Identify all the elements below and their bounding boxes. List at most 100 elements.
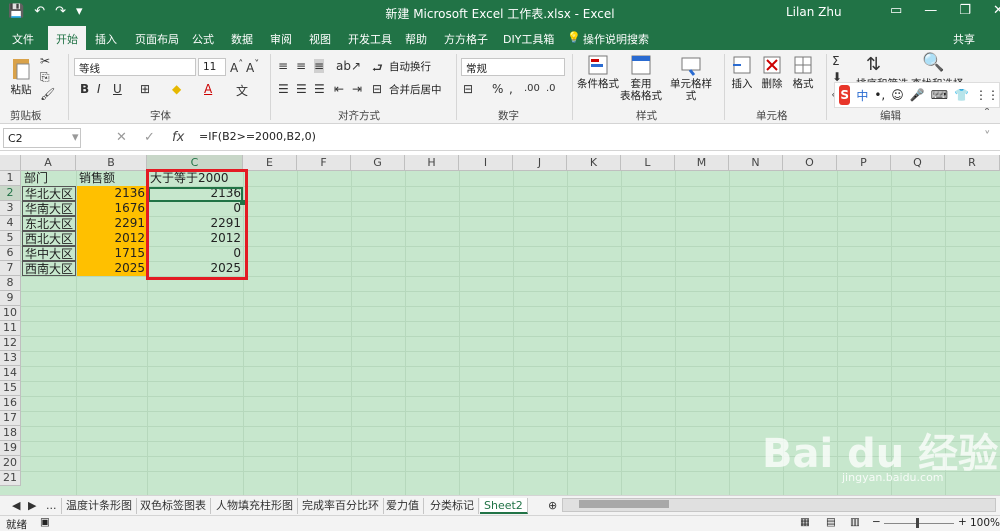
keyboard-icon[interactable]: ⌨ — [931, 88, 948, 102]
page-break-view-icon[interactable]: ▥ — [850, 516, 860, 528]
row-header[interactable]: 5 — [0, 231, 21, 246]
row-header[interactable]: 20 — [0, 456, 21, 471]
font-name-combo[interactable]: 等线 — [74, 58, 196, 76]
column-header-p[interactable]: P — [837, 155, 891, 171]
row-header[interactable]: 9 — [0, 291, 21, 306]
collapse-ribbon-icon[interactable]: ˄ — [984, 106, 990, 120]
wrap-text-button[interactable]: 自动换行 — [389, 61, 431, 73]
format-as-table-button[interactable]: 套用 表格格式 — [619, 54, 663, 102]
column-header-h[interactable]: H — [405, 155, 459, 171]
column-header-r[interactable]: R — [945, 155, 1000, 171]
cell-b6[interactable]: 1715 — [77, 246, 147, 261]
format-cells-button[interactable]: 格式 — [789, 54, 817, 90]
cell-b2[interactable]: 2136 — [77, 186, 147, 201]
row-header[interactable]: 11 — [0, 321, 21, 336]
share-button[interactable]: 共享 — [953, 31, 975, 47]
copy-icon[interactable]: ⎘ — [40, 70, 50, 85]
tab-fangfang[interactable]: 方方格子 — [444, 31, 488, 47]
ime-menu-icon[interactable]: ⋮⋮ — [975, 88, 999, 102]
comma-style-icon[interactable]: , — [509, 82, 513, 96]
column-header-q[interactable]: Q — [891, 155, 945, 171]
sheet-tab[interactable]: 完成率百分比环 — [298, 498, 384, 514]
shrink-font-icon[interactable]: A˅ — [246, 59, 259, 75]
decrease-decimal-icon[interactable]: .0 — [546, 83, 556, 94]
cell-a7[interactable]: 西南大区 — [22, 261, 76, 276]
accounting-format-icon[interactable]: ⊟ — [463, 82, 473, 96]
insert-function-icon[interactable]: fx — [172, 130, 184, 145]
column-header-f[interactable]: F — [297, 155, 351, 171]
sheet-tab[interactable]: 双色标签图表 — [136, 498, 211, 514]
merge-center-icon[interactable]: ⊟ — [372, 82, 382, 96]
phonetic-icon[interactable]: 文 — [236, 82, 248, 99]
punctuation-icon[interactable]: •, — [874, 88, 885, 102]
column-header-l[interactable]: L — [621, 155, 675, 171]
ime-lang-toggle[interactable]: 中 — [856, 87, 868, 104]
column-header-i[interactable]: I — [459, 155, 513, 171]
autosum-icon[interactable]: Σ — [832, 54, 840, 68]
sheet-tab-active[interactable]: Sheet2 — [480, 498, 528, 514]
row-header[interactable]: 7 — [0, 261, 21, 276]
normal-view-icon[interactable]: ▦ — [800, 516, 810, 528]
format-painter-icon[interactable]: 🖌 — [40, 87, 55, 101]
tab-data[interactable]: 数据 — [231, 31, 253, 47]
cell-b3[interactable]: 1676 — [77, 201, 147, 216]
cell-a5[interactable]: 西北大区 — [22, 231, 76, 246]
ribbon-display-icon[interactable]: ▭ — [890, 3, 902, 18]
column-header-k[interactable]: K — [567, 155, 621, 171]
column-header-a[interactable]: A — [21, 155, 76, 171]
row-header[interactable]: 19 — [0, 441, 21, 456]
tab-file[interactable]: 文件 — [12, 31, 34, 47]
tab-view[interactable]: 视图 — [309, 31, 331, 47]
grow-font-icon[interactable]: A˄ — [230, 59, 243, 75]
row-header[interactable]: 8 — [0, 276, 21, 291]
formula-input[interactable]: =IF(B2>=2000,B2,0) — [199, 130, 316, 143]
cell-a2[interactable]: 华北大区 — [22, 186, 76, 201]
row-header[interactable]: 3 — [0, 201, 21, 216]
find-select-icon[interactable]: 🔍 — [922, 52, 944, 73]
fill-color-icon[interactable]: ◆ — [172, 82, 181, 96]
sort-filter-icon[interactable]: ⇅ — [866, 54, 881, 75]
row-header[interactable]: 12 — [0, 336, 21, 351]
cell-a6[interactable]: 华中大区 — [22, 246, 76, 261]
zoom-out-icon[interactable]: − — [872, 516, 881, 528]
tab-insert[interactable]: 插入 — [95, 31, 117, 47]
row-header[interactable]: 4 — [0, 216, 21, 231]
name-box-dropdown-icon[interactable]: ▾ — [72, 130, 79, 145]
cell-b7[interactable]: 2025 — [77, 261, 147, 276]
expand-formula-bar-icon[interactable]: ˅ — [984, 130, 991, 145]
increase-indent-icon[interactable]: ⇥ — [352, 82, 362, 96]
cell-b1[interactable]: 销售额 — [77, 171, 147, 186]
align-middle-icon[interactable]: ≡ — [296, 59, 306, 73]
column-header-n[interactable]: N — [729, 155, 783, 171]
column-header-m[interactable]: M — [675, 155, 729, 171]
sheet-more-button[interactable]: ... — [42, 498, 62, 514]
row-header[interactable]: 15 — [0, 381, 21, 396]
row-header[interactable]: 17 — [0, 411, 21, 426]
row-header[interactable]: 1 — [0, 171, 21, 186]
emoji-icon[interactable]: ☺ — [891, 88, 904, 102]
column-header-j[interactable]: J — [513, 155, 567, 171]
user-name[interactable]: Lilan Zhu — [786, 5, 842, 19]
cell-a4[interactable]: 东北大区 — [22, 216, 76, 231]
row-header[interactable]: 6 — [0, 246, 21, 261]
zoom-slider[interactable] — [884, 523, 954, 524]
tab-page-layout[interactable]: 页面布局 — [135, 31, 179, 47]
macro-record-icon[interactable]: ▣ — [40, 516, 50, 528]
tab-help[interactable]: 帮助 — [405, 31, 427, 47]
tell-me-search[interactable]: 操作说明搜索 — [583, 31, 649, 47]
skin-icon[interactable]: 👕 — [954, 88, 969, 102]
cell-a1[interactable]: 部门 — [22, 171, 76, 186]
merge-center-button[interactable]: 合并后居中 — [389, 84, 442, 96]
sheet-tab[interactable]: 温度计条形图 — [62, 498, 137, 514]
font-size-combo[interactable]: 11 — [198, 58, 226, 76]
increase-decimal-icon[interactable]: .00 — [524, 83, 540, 94]
align-center-icon[interactable]: ☰ — [296, 82, 307, 96]
number-format-combo[interactable]: 常规 — [461, 58, 565, 76]
align-bottom-icon[interactable]: ≡ — [314, 59, 325, 73]
sheet-tab[interactable]: 分类标记 — [426, 498, 479, 514]
zoom-slider-thumb[interactable] — [916, 518, 919, 528]
zoom-level[interactable]: 100% — [970, 517, 1000, 529]
cell-b4[interactable]: 2291 — [77, 216, 147, 231]
paste-button[interactable]: 粘贴 — [8, 56, 34, 96]
tab-formulas[interactable]: 公式 — [192, 31, 214, 47]
